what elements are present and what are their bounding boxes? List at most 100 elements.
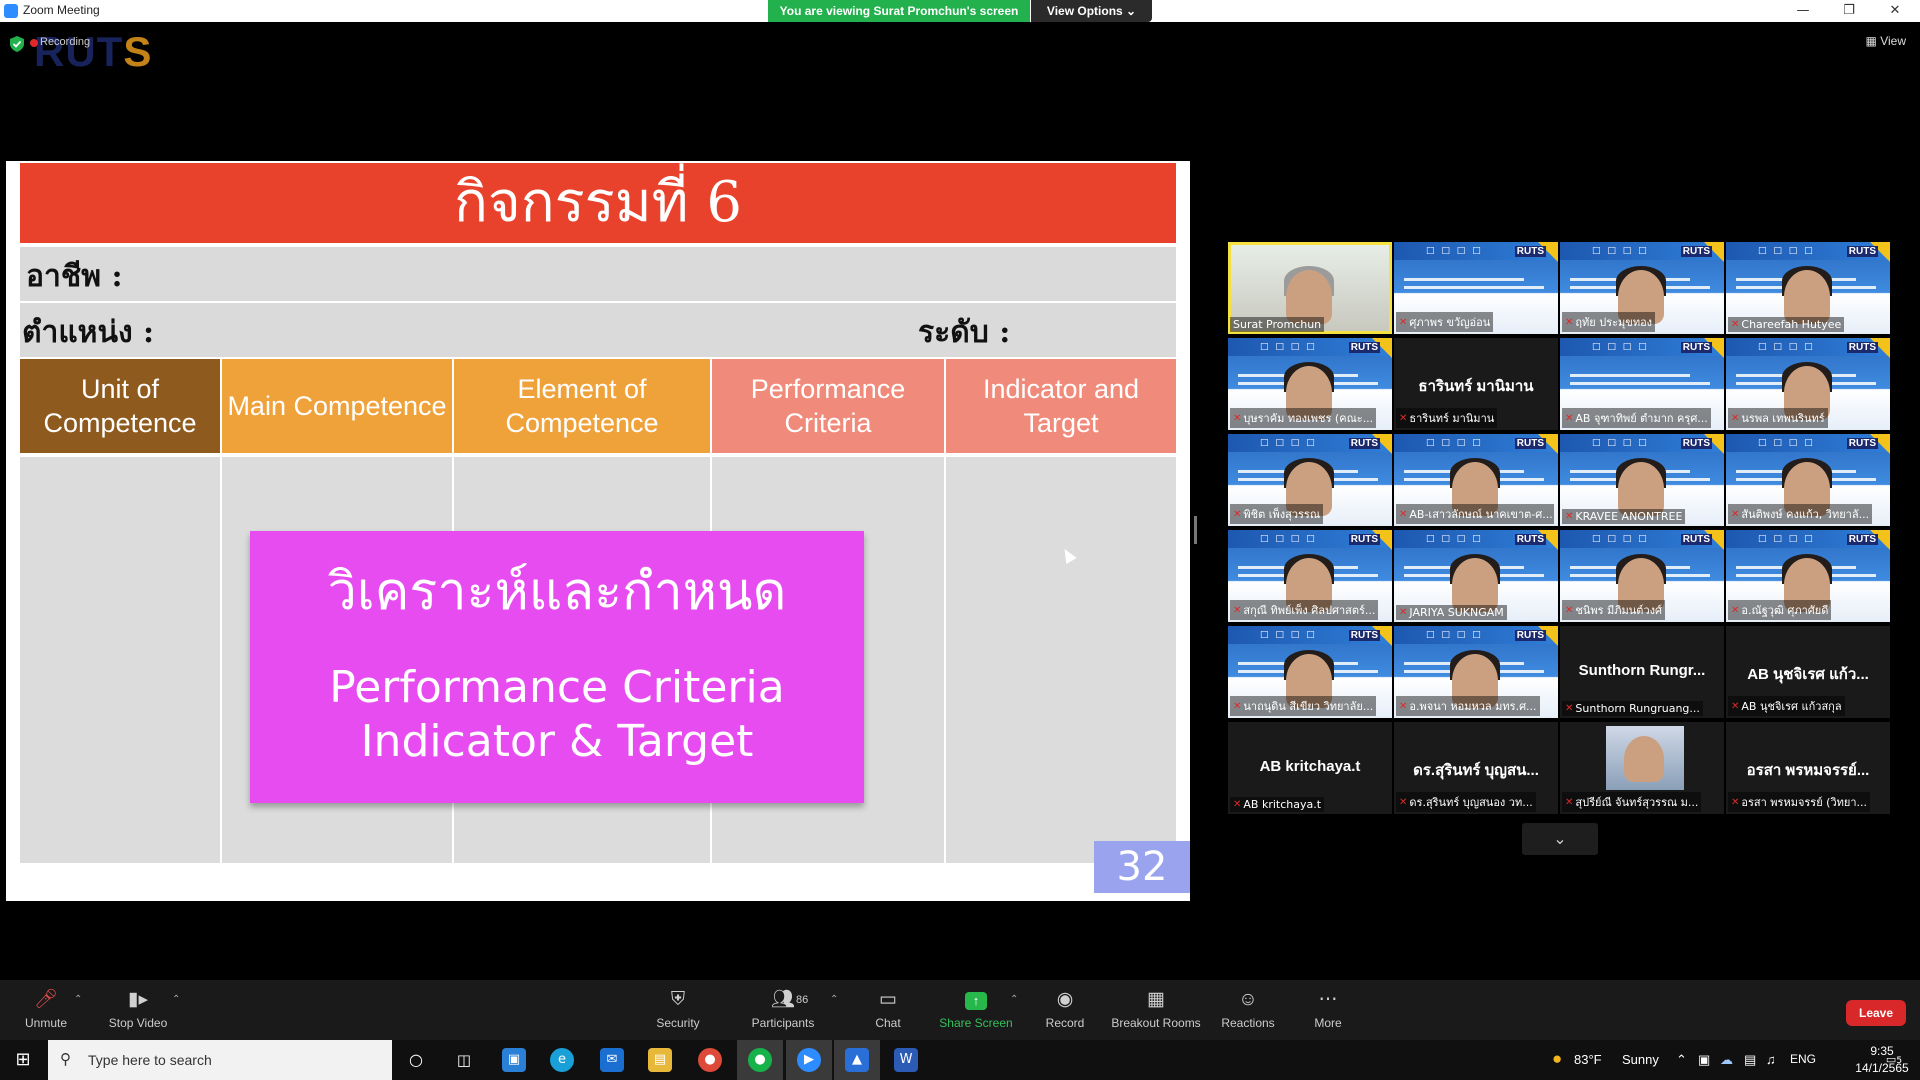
participant-name-label: ✕ พิชิต เพ็งสุวรรณ xyxy=(1230,504,1324,524)
leave-button[interactable]: Leave xyxy=(1846,1000,1906,1026)
task-view-icon[interactable]: ◫ xyxy=(452,1048,476,1072)
participant-tile[interactable]: □ □ □ □ RUTS ✕ ศุภาพร ขวัญอ่อน xyxy=(1394,242,1558,334)
breakout-rooms-button[interactable]: ▦ Breakout Rooms xyxy=(1108,988,1204,1038)
windows-taskbar: ⊞ ⚲ Type here to search ○ ◫ ▣ e ✉ ▤ ● ● … xyxy=(0,1040,1920,1080)
restore-button[interactable]: ❐ xyxy=(1826,0,1872,22)
participant-tile[interactable]: อรสา พรหมจรรย์... ✕ อรสา พรหมจรรย์ (วิทยา.… xyxy=(1726,722,1890,814)
weather-condition[interactable]: Sunny xyxy=(1622,1052,1659,1067)
reactions-button[interactable]: ☺ Reactions xyxy=(1218,988,1278,1038)
slide-page-number: 32 xyxy=(1094,841,1190,893)
participant-tile[interactable]: Surat Promchun xyxy=(1228,242,1392,334)
ellipsis-icon: ⋯ xyxy=(1318,989,1338,1010)
minimize-button[interactable]: — xyxy=(1780,0,1826,22)
taskbar-search-input[interactable]: ⚲ Type here to search xyxy=(48,1040,392,1080)
participant-tile[interactable]: □ □ □ □ RUTS ✕ สกุณี ทิพย์เพ็ง ศิลปศาสตร์..… xyxy=(1228,530,1392,622)
more-button[interactable]: ⋯ More xyxy=(1298,988,1358,1038)
audio-options-caret[interactable]: ⌃ xyxy=(74,994,82,1005)
chrome-icon[interactable]: ● xyxy=(698,1048,722,1072)
participant-tile[interactable]: □ □ □ □ RUTS ✕ สันติพงษ์ คงแก้ว, วิทยาลั... xyxy=(1726,434,1890,526)
zoom-taskbar-icon[interactable]: ▶ xyxy=(797,1048,821,1072)
occupation-label: อาชีพ : xyxy=(26,259,123,294)
zoom-app-icon xyxy=(4,4,18,18)
participant-tile[interactable]: ✕ สุปรีย์ณี จันทร์สุวรรณ ม... xyxy=(1560,722,1724,814)
start-windows-icon[interactable]: ⊞ xyxy=(0,1040,46,1080)
security-button[interactable]: ⛨ Security xyxy=(648,988,708,1038)
participant-name-label: ✕ ดร.สุรินทร์ บุญสนอง วท... xyxy=(1396,792,1536,812)
volume-icon[interactable]: ♫ xyxy=(1766,1052,1776,1067)
participant-name-label: ✕ สันติพงษ์ คงแก้ว, วิทยาลั... xyxy=(1728,504,1873,524)
muted-mic-icon: ✕ xyxy=(1565,316,1574,328)
chat-button[interactable]: ▭ Chat xyxy=(858,988,918,1038)
participant-name-label: ✕ KRAVEE ANONTREE xyxy=(1562,509,1686,524)
callout-thai-text: วิเคราะห์และกำหนด xyxy=(327,562,787,622)
weather-temp[interactable]: 83°F xyxy=(1574,1052,1602,1067)
muted-mic-icon: ✕ xyxy=(1233,412,1242,424)
muted-mic-icon: ✕ xyxy=(1399,607,1408,618)
participant-tile[interactable]: □ □ □ □ RUTS ✕ KRAVEE ANONTREE xyxy=(1560,434,1724,526)
search-placeholder: Type here to search xyxy=(88,1052,212,1068)
close-window-button[interactable]: ✕ xyxy=(1872,0,1918,22)
sun-weather-icon[interactable]: ● xyxy=(1552,1049,1562,1069)
encryption-shield-icon[interactable] xyxy=(10,36,24,52)
mail-icon[interactable]: ✉ xyxy=(600,1048,624,1072)
participant-tile[interactable]: AB นุชจิเรศ แก้ว... ✕ AB นุชจิเรศ แก้วสกุล xyxy=(1726,626,1890,718)
photos-icon[interactable]: ▲ xyxy=(845,1048,869,1072)
participant-tile[interactable]: □ □ □ □ RUTS ✕ อ.ณัฐวุฒิ ศุภาศัยดี xyxy=(1726,530,1890,622)
participant-tile[interactable]: □ □ □ □ RUTS ✕ นรพล เทพนรินทร์ xyxy=(1726,338,1890,430)
meet-now-icon[interactable]: ▣ xyxy=(1698,1052,1710,1068)
participant-tile[interactable]: □ □ □ □ RUTS ✕ JARIYA SUKNGAM xyxy=(1394,530,1558,622)
participants-button[interactable]: 👥︎ Participants xyxy=(744,988,822,1038)
notification-center-icon[interactable]: ▭5 xyxy=(1882,1048,1906,1072)
participant-tile[interactable]: □ □ □ □ RUTS ✕ นาถนุดิน สีเขียว วิทยาลัย... xyxy=(1228,626,1392,718)
share-screen-button[interactable]: ↑ Share Screen xyxy=(934,988,1018,1038)
cortana-icon[interactable]: ○ xyxy=(404,1048,428,1072)
participant-name: AB นุชจิเรศ แก้วสกุล xyxy=(1741,700,1842,713)
participant-name-label: Surat Promchun xyxy=(1230,317,1325,332)
participant-tile[interactable]: □ □ □ □ RUTS ✕ Chareefah Hutyee xyxy=(1726,242,1890,334)
participant-tile[interactable]: AB kritchaya.t ✕ AB kritchaya.t xyxy=(1228,722,1392,814)
input-language[interactable]: ENG xyxy=(1790,1052,1816,1066)
view-layout-button[interactable]: ▦ View xyxy=(1866,34,1906,48)
muted-mic-icon: ✕ xyxy=(1399,796,1408,808)
participant-tile[interactable]: □ □ □ □ RUTS ✕ ชนิพร มีภิมนต์วงศ์ xyxy=(1560,530,1724,622)
line-app-icon[interactable]: ● xyxy=(748,1048,772,1072)
stop-video-button[interactable]: ▮▸ Stop Video xyxy=(102,988,174,1038)
participant-tile[interactable]: □ □ □ □ RUTS ✕ AB จุฑาทิพย์ ตำมาก ครุศ... xyxy=(1560,338,1724,430)
breakout-grid-icon: ▦ xyxy=(1147,989,1165,1010)
word-icon[interactable]: W xyxy=(894,1048,918,1072)
recording-indicator[interactable]: Recording xyxy=(40,36,90,48)
record-button[interactable]: ◉ Record xyxy=(1035,988,1095,1038)
participant-tile[interactable]: ดร.สุรินทร์ บุญสน... ✕ ดร.สุรินทร์ บุญสนอง… xyxy=(1394,722,1558,814)
participant-tile[interactable]: ธารินทร์ มานิมาน ✕ ธารินทร์ มานิมาน xyxy=(1394,338,1558,430)
unmute-button[interactable]: 🎤︎ Unmute xyxy=(16,988,76,1038)
share-options-caret[interactable]: ⌃ xyxy=(1010,994,1018,1005)
participant-tile[interactable]: Sunthorn Rungr... ✕ Sunthorn Rungruang... xyxy=(1560,626,1724,718)
participant-tile[interactable]: □ □ □ □ RUTS ✕ AB-เสาวลักษณ์ นาคเขาต-ศ... xyxy=(1394,434,1558,526)
tray-chevron-icon[interactable]: ⌃ xyxy=(1676,1052,1687,1068)
onedrive-cloud-icon[interactable]: ☁ xyxy=(1720,1052,1733,1068)
participant-tile[interactable]: □ □ □ □ RUTS ✕ พิชิต เพ็งสุวรรณ xyxy=(1228,434,1392,526)
store-icon[interactable]: ▣ xyxy=(502,1048,526,1072)
participant-name: นาถนุดิน สีเขียว วิทยาลัย... xyxy=(1243,700,1374,713)
participant-tile[interactable]: □ □ □ □ RUTS ✕ อ.พจนา หอมหวล มทร.ศ... xyxy=(1394,626,1558,718)
panel-splitter-handle[interactable] xyxy=(1194,516,1197,544)
participant-name: สันติพงษ์ คงแก้ว, วิทยาลั... xyxy=(1741,508,1870,521)
edge-browser-icon[interactable]: e xyxy=(550,1048,574,1072)
participant-tile[interactable]: □ □ □ □ RUTS ✕ บุษราคัม ทองเพชร (คณะ... xyxy=(1228,338,1392,430)
participant-name-label: ✕ ศุภาพร ขวัญอ่อน xyxy=(1396,312,1494,332)
participant-display-name: Sunthorn Rungr... xyxy=(1578,662,1706,679)
file-explorer-icon[interactable]: ▤ xyxy=(648,1048,672,1072)
view-options-button[interactable]: View Options ⌄ xyxy=(1031,0,1152,22)
muted-mic-icon: ✕ xyxy=(1731,412,1740,424)
table-column-cell xyxy=(946,457,1176,863)
muted-mic-icon: ✕ xyxy=(1565,511,1574,522)
participant-name-label: ✕ ฤทัย ประมุขทอง xyxy=(1562,312,1656,332)
participant-tile[interactable]: □ □ □ □ RUTS ✕ ฤทัย ประมุขทอง xyxy=(1560,242,1724,334)
gallery-next-page-button[interactable]: ⌄ xyxy=(1522,823,1598,855)
muted-mic-icon: ✕ xyxy=(1399,412,1408,424)
participants-options-caret[interactable]: ⌃ xyxy=(830,994,838,1005)
video-options-caret[interactable]: ⌃ xyxy=(172,994,180,1005)
network-icon[interactable]: ▤ xyxy=(1744,1052,1756,1068)
participant-name-label: ✕ บุษราคัม ทองเพชร (คณะ... xyxy=(1230,408,1377,428)
participant-name: อ.พจนา หอมหวล มทร.ศ... xyxy=(1409,700,1537,713)
